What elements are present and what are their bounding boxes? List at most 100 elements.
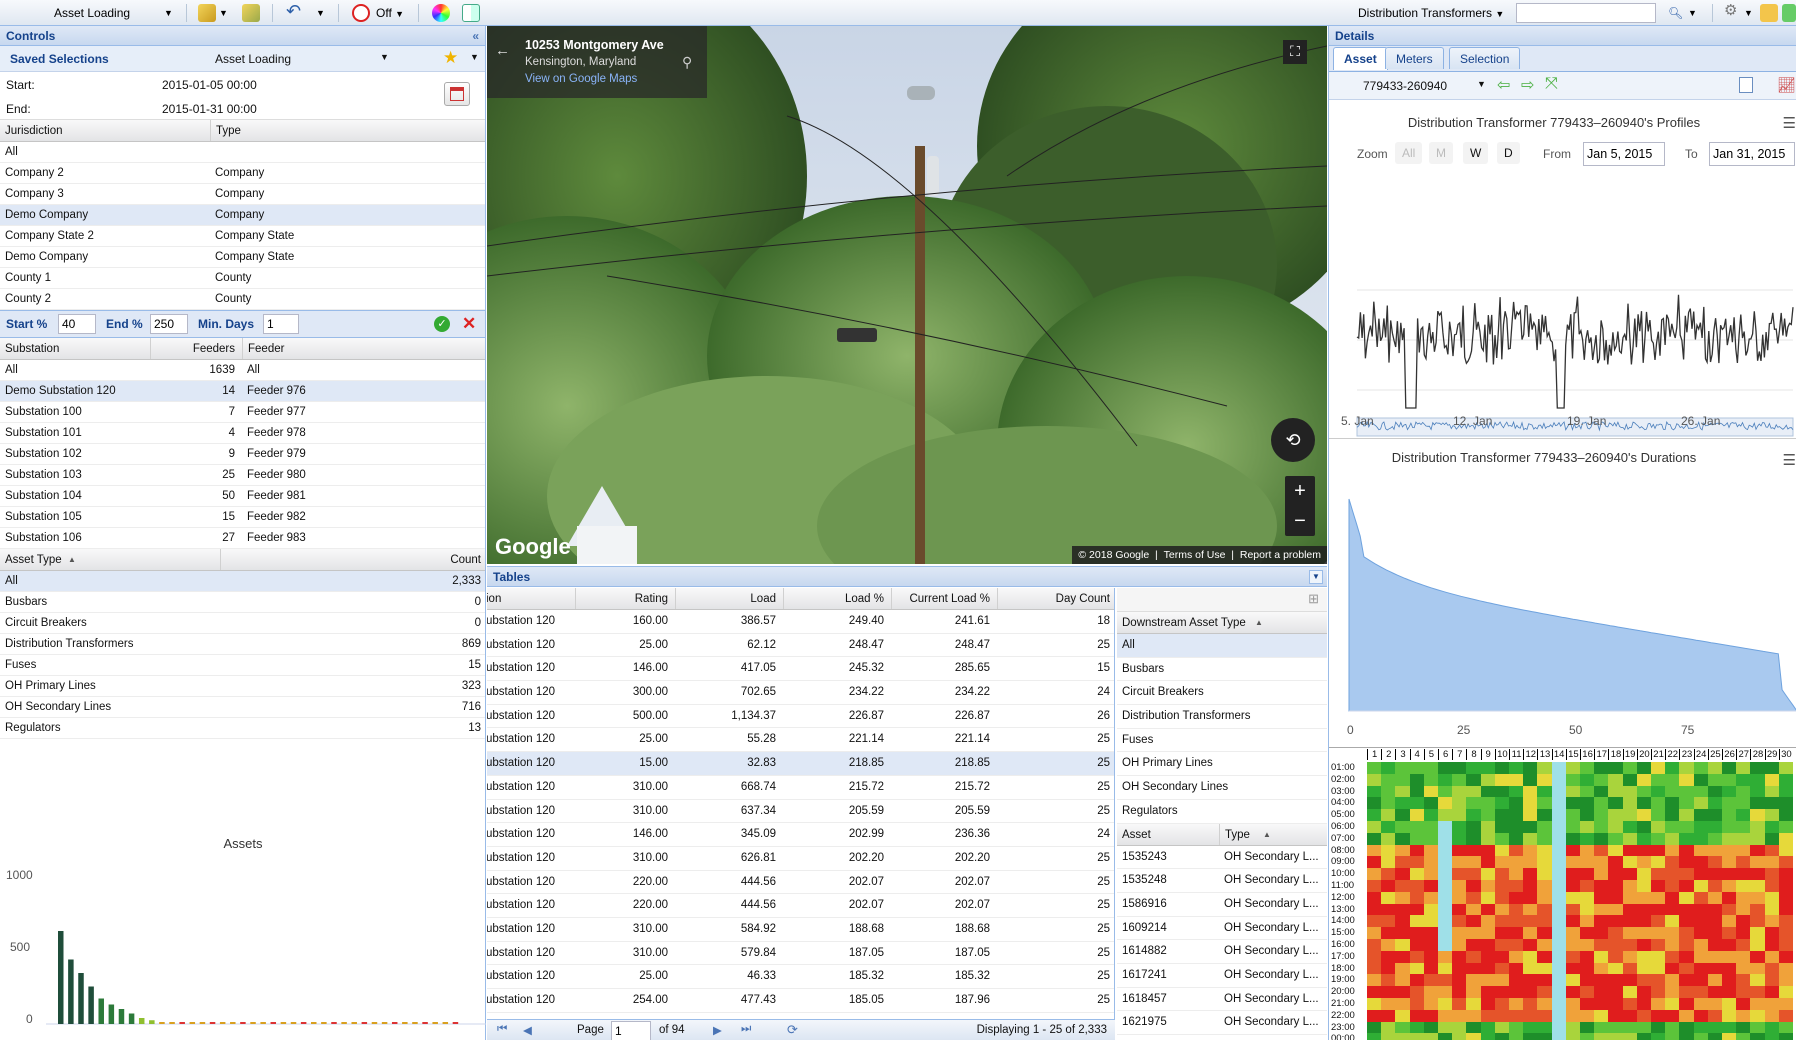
heatmap-cell[interactable] <box>1395 809 1410 821</box>
heatmap-cell[interactable] <box>1395 832 1410 845</box>
heatmap-cell[interactable] <box>1452 1033 1467 1040</box>
heatmap-cell[interactable] <box>1622 986 1637 998</box>
heatmap-cell[interactable] <box>1409 856 1424 869</box>
chevron-down-icon[interactable]: ▼ <box>380 52 389 62</box>
asset-type-row[interactable]: OH Secondary Lines 716 <box>0 697 485 718</box>
heatmap-cell[interactable] <box>1551 773 1566 786</box>
heatmap-cell[interactable] <box>1707 1021 1722 1034</box>
heatmap-cell[interactable] <box>1381 832 1396 845</box>
heatmap-cell[interactable] <box>1438 939 1453 951</box>
heatmap-cell[interactable] <box>1778 927 1793 939</box>
assets-bar[interactable] <box>78 973 84 1024</box>
calendar-icon[interactable] <box>444 82 470 106</box>
heatmap-cell[interactable] <box>1466 915 1481 928</box>
heatmap-cell[interactable] <box>1636 785 1651 798</box>
heatmap-cell[interactable] <box>1466 762 1481 774</box>
heatmap-cell[interactable] <box>1594 891 1609 904</box>
fullscreen-icon[interactable]: ⛶ <box>1283 40 1307 64</box>
heatmap-cell[interactable] <box>1367 903 1382 916</box>
heatmap-cell[interactable] <box>1594 903 1609 916</box>
jurisdiction-row[interactable]: All <box>0 142 485 163</box>
heatmap-cell[interactable] <box>1537 880 1552 892</box>
heatmap-cell[interactable] <box>1651 832 1666 845</box>
heatmap-cell[interactable] <box>1466 974 1481 987</box>
terms-link[interactable]: Terms of Use <box>1164 549 1226 561</box>
heatmap-cell[interactable] <box>1367 868 1382 880</box>
heatmap-cell[interactable] <box>1480 986 1495 998</box>
heatmap-cell[interactable] <box>1395 927 1410 939</box>
heatmap-cell[interactable] <box>1466 1033 1481 1040</box>
heatmap-cell[interactable] <box>1409 939 1424 951</box>
heatmap-cell[interactable] <box>1423 785 1438 798</box>
asset-id-select[interactable]: 779433-260940 <box>1363 79 1447 93</box>
heatmap-cell[interactable] <box>1665 927 1680 939</box>
heatmap-cell[interactable] <box>1594 880 1609 892</box>
heatmap-cell[interactable] <box>1665 773 1680 786</box>
heatmap-cell[interactable] <box>1452 856 1467 869</box>
heatmap-cell[interactable] <box>1367 1033 1382 1040</box>
heatmap-cell[interactable] <box>1523 868 1538 880</box>
heatmap-cell[interactable] <box>1665 986 1680 998</box>
heatmap-cell[interactable] <box>1636 1009 1651 1022</box>
heatmap-cell[interactable] <box>1423 962 1438 975</box>
heatmap-cell[interactable] <box>1580 939 1595 951</box>
substation-row[interactable]: Substation 101 4 Feeder 978 <box>0 423 485 444</box>
heatmap-cell[interactable] <box>1395 950 1410 963</box>
heatmap-cell[interactable] <box>1523 809 1538 821</box>
heatmap-cell[interactable] <box>1622 974 1637 987</box>
loading-table-row[interactable]: ubstation 120 310.00 579.84 187.05 187.05 25 <box>487 942 1114 966</box>
heatmap-cell[interactable] <box>1381 927 1396 939</box>
asset-list-row[interactable]: 1614882 OH Secondary L... <box>1117 940 1327 964</box>
loading-table-row[interactable]: ubstation 120 146.00 417.05 245.32 285.65 15 <box>487 657 1114 682</box>
heatmap-cell[interactable] <box>1722 856 1737 869</box>
heatmap-cell[interactable] <box>1381 891 1396 904</box>
substation-row[interactable]: Substation 105 15 Feeder 982 <box>0 507 485 528</box>
heatmap-cell[interactable] <box>1580 950 1595 963</box>
heatmap-cell[interactable] <box>1423 856 1438 869</box>
heatmap-cell[interactable] <box>1736 856 1751 869</box>
heatmap-cell[interactable] <box>1423 809 1438 821</box>
heatmap-cell[interactable] <box>1750 809 1765 821</box>
heatmap-cell[interactable] <box>1580 809 1595 821</box>
view-select[interactable]: Asset Loading <box>54 4 130 22</box>
heatmap-cell[interactable] <box>1466 844 1481 857</box>
downstream-row[interactable]: Circuit Breakers <box>1117 681 1327 706</box>
heatmap-cell[interactable] <box>1537 1033 1552 1040</box>
asset-layer-select[interactable]: Distribution Transformers ▼ <box>1358 4 1504 22</box>
jurisdiction-row[interactable]: County 2 County <box>0 289 485 310</box>
assets-bar[interactable] <box>402 1022 408 1024</box>
jurisdiction-row[interactable]: Demo Company Company <box>0 205 485 226</box>
heatmap-cell[interactable] <box>1707 762 1722 774</box>
heatmap-cell[interactable] <box>1395 998 1410 1010</box>
heatmap-cell[interactable] <box>1580 974 1595 987</box>
heatmap-cell[interactable] <box>1452 1009 1467 1022</box>
assets-bar[interactable] <box>108 1004 115 1025</box>
heatmap-cell[interactable] <box>1679 1033 1694 1040</box>
heatmap-cell[interactable] <box>1565 998 1580 1010</box>
heatmap-cell[interactable] <box>1722 844 1737 857</box>
heatmap-cell[interactable] <box>1693 856 1708 869</box>
heatmap-cell[interactable] <box>1608 868 1623 880</box>
heatmap-cell[interactable] <box>1409 880 1424 892</box>
heatmap-cell[interactable] <box>1423 950 1438 963</box>
heatmap-cell[interactable] <box>1438 797 1453 810</box>
heatmap-cell[interactable] <box>1651 998 1666 1010</box>
heatmap-cell[interactable] <box>1651 939 1666 951</box>
heatmap-cell[interactable] <box>1722 903 1737 916</box>
heatmap-cell[interactable] <box>1523 950 1538 963</box>
next-asset-icon[interactable]: ⇨ <box>1521 75 1534 95</box>
heatmap-cell[interactable] <box>1722 785 1737 798</box>
heatmap-cell[interactable] <box>1594 785 1609 798</box>
heatmap-cell[interactable] <box>1636 939 1651 951</box>
heatmap-cell[interactable] <box>1636 927 1651 939</box>
star-icon[interactable]: ★ <box>443 48 458 68</box>
heatmap-cell[interactable] <box>1679 844 1694 857</box>
next-page-icon[interactable]: ▶ <box>713 1023 722 1037</box>
heatmap-cell[interactable] <box>1608 1009 1623 1022</box>
heatmap-cell[interactable] <box>1494 1021 1509 1034</box>
assets-bar[interactable] <box>290 1022 297 1024</box>
heatmap-cell[interactable] <box>1551 927 1566 939</box>
heatmap-cell[interactable] <box>1580 868 1595 880</box>
last-page-icon[interactable]: ⏭ <box>741 1023 751 1036</box>
heatmap-cell[interactable] <box>1722 950 1737 963</box>
